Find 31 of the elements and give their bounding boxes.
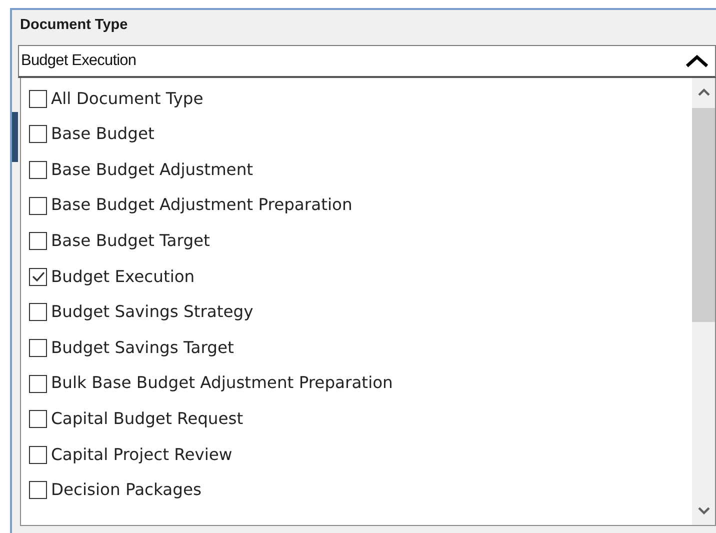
checkbox[interactable] [29,232,47,250]
option-item[interactable]: Budget Savings Target [29,330,692,366]
checkbox[interactable] [29,481,47,500]
field-label: Document Type [19,16,129,35]
checkbox[interactable] [29,90,47,108]
partial-control [12,112,18,162]
checkbox[interactable] [29,268,47,286]
option-item[interactable]: Budget Savings Strategy [29,294,692,330]
checkbox[interactable] [29,374,47,393]
checkbox[interactable] [29,410,47,428]
checkbox[interactable] [29,446,47,464]
dropdown-field[interactable]: Budget Execution [18,45,716,78]
scroll-up-icon[interactable] [698,88,710,98]
option-item[interactable]: All Document Type [29,81,692,117]
option-item[interactable]: Capital Project Review [29,436,692,473]
option-item[interactable]: Capital Budget Request [29,401,692,437]
option-item[interactable]: Bulk Base Budget Adjustment Preparation [29,366,692,402]
option-item[interactable]: Base Budget Target [29,223,692,259]
option-item[interactable]: Base Budget [29,116,692,152]
option-item[interactable]: Base Budget Adjustment Preparation [29,188,692,224]
scrollbar-thumb[interactable] [692,108,715,322]
option-item[interactable]: Decision Packages [29,472,692,508]
option-item[interactable]: Budget Execution [29,258,692,295]
scroll-down-icon[interactable] [698,505,710,515]
option-item[interactable]: Base Budget Adjustment [29,152,692,188]
checkbox[interactable] [29,338,47,357]
checkbox[interactable] [29,196,47,215]
checkbox[interactable] [29,160,47,179]
checkbox[interactable] [29,303,47,322]
scrollbar[interactable] [692,78,715,525]
checkbox[interactable] [29,125,47,144]
